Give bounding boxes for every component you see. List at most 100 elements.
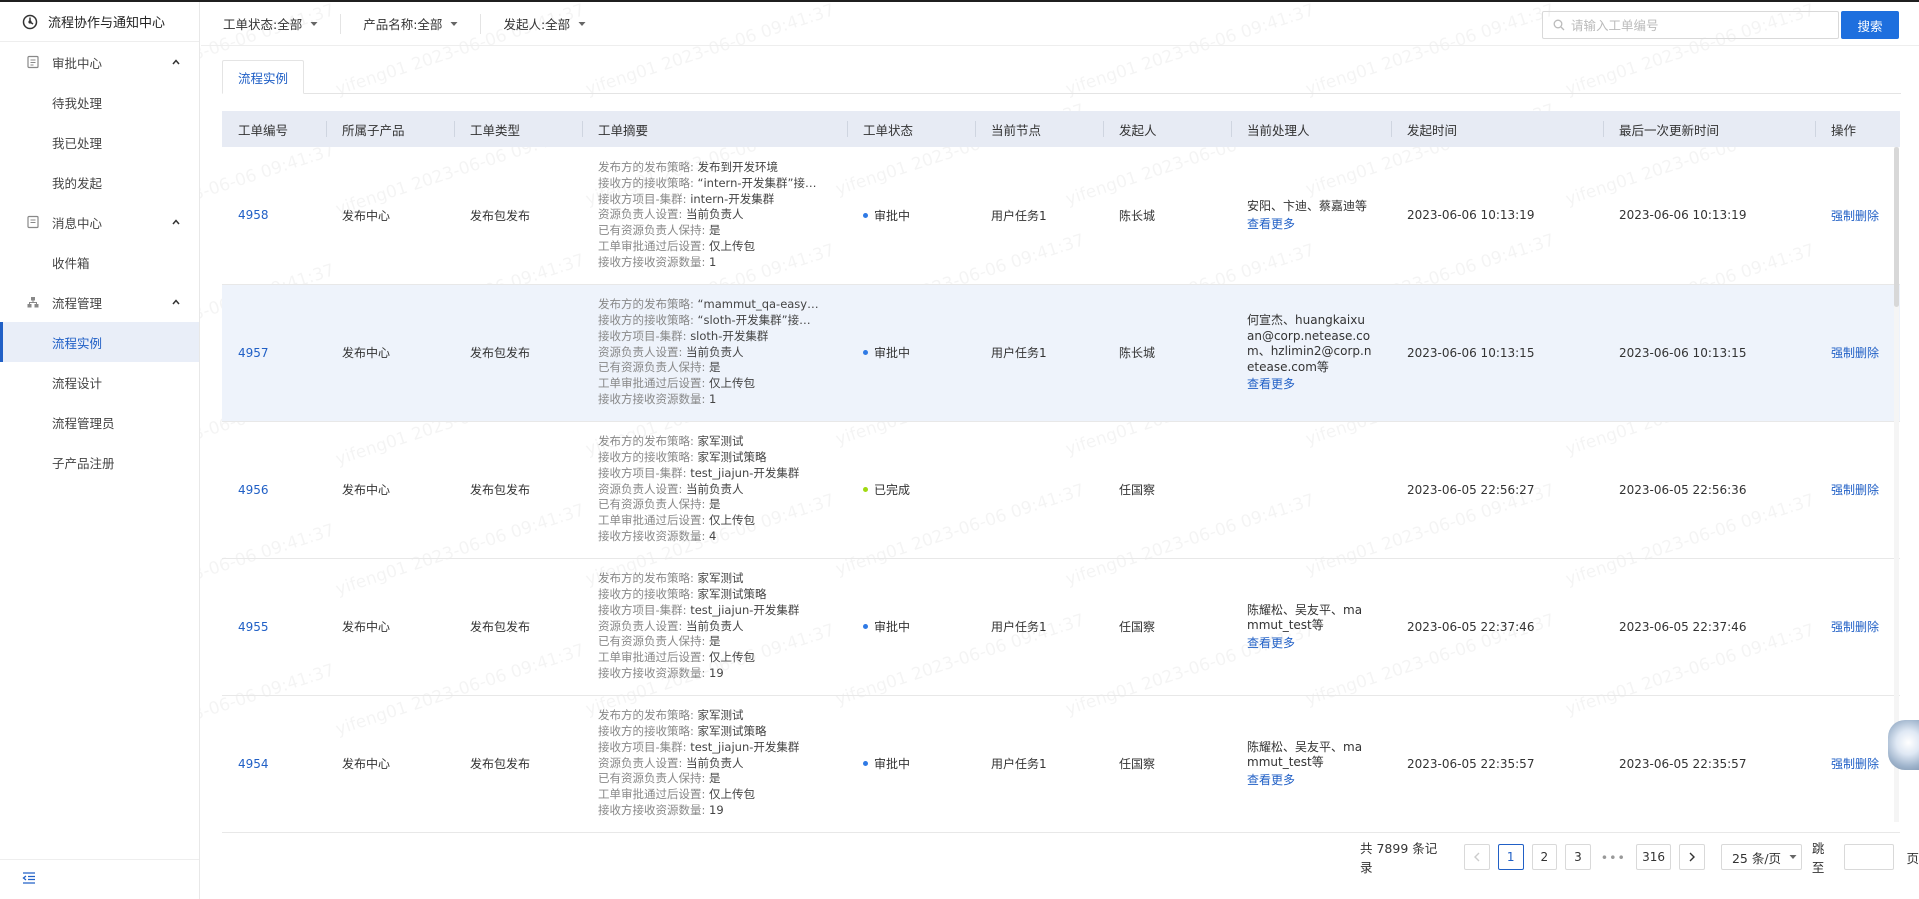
status-dot <box>863 624 868 629</box>
sidebar-item-pending[interactable]: 待我处理 <box>0 82 199 122</box>
summary-key: 发布方的发布策略: <box>598 297 694 312</box>
chevron-up-icon <box>171 297 181 307</box>
summary-line: 发布方的发布策略: 家军测试 <box>598 571 828 587</box>
created-time: 2023-06-05 22:35:57 <box>1407 756 1535 771</box>
scrollbar-thumb[interactable] <box>1894 147 1899 307</box>
nav-group-approval-header[interactable]: 审批中心 <box>0 42 199 82</box>
table-cell: 2023-06-05 22:35:57 <box>1603 695 1815 833</box>
prev-page-button[interactable] <box>1464 844 1490 870</box>
table-cell: 2023-06-06 10:13:15 <box>1391 284 1603 422</box>
initiator: 陈长城 <box>1119 208 1156 223</box>
sidebar-item-processed[interactable]: 我已处理 <box>0 122 199 162</box>
nav-group-message-header[interactable]: 消息中心 <box>0 202 199 242</box>
table-cell: 已完成 <box>847 421 975 559</box>
view-more-link[interactable]: 查看更多 <box>1247 634 1391 651</box>
page-ellipsis[interactable]: ••• <box>1601 850 1626 865</box>
table-cell: 陈耀松、吴友平、mammut_test等 查看更多 <box>1231 558 1391 696</box>
force-delete-link[interactable]: 强制删除 <box>1831 346 1879 360</box>
filter-product-dropdown[interactable]: 产品名称:全部 <box>340 13 480 34</box>
page-button-1[interactable]: 1 <box>1497 844 1524 870</box>
jump-page-input[interactable] <box>1844 844 1895 870</box>
table-cell: 2023-06-05 22:37:46 <box>1603 558 1815 696</box>
sidebar-footer <box>0 859 199 899</box>
column-header: 工单编号 <box>222 111 326 147</box>
summary-line: 接收方项目-集群: intern-开发集群 <box>598 192 828 208</box>
next-page-button[interactable] <box>1679 844 1705 870</box>
status-text: 审批中 <box>874 620 911 634</box>
status-text: 审批中 <box>874 208 911 223</box>
status-dot <box>863 761 868 766</box>
initiator: 陈长城 <box>1119 346 1156 360</box>
sidebar-item-process-instance[interactable]: 流程实例 <box>0 322 199 362</box>
tab-bar: 流程实例 <box>222 60 1901 94</box>
nav-group-process: 流程管理 流程实例 流程设计 流程管理员 子产品注册 <box>0 282 199 482</box>
force-delete-link[interactable]: 强制删除 <box>1831 620 1879 634</box>
ticket-id-link[interactable]: 4956 <box>238 483 269 497</box>
summary-value: 家军测试策略 <box>697 450 767 464</box>
summary-value: 是 <box>709 771 721 786</box>
page-button-2[interactable]: 2 <box>1531 844 1558 870</box>
summary-key: 资源负责人设置: <box>598 207 683 222</box>
summary-key: 接收方的接收策略: <box>598 175 694 190</box>
table-cell: 发布中心 <box>326 284 454 422</box>
page-suffix: 页 <box>1906 850 1919 866</box>
summary-value: 家军测试策略 <box>697 724 767 738</box>
summary-value: 是 <box>709 360 721 375</box>
view-more-link[interactable]: 查看更多 <box>1247 375 1391 392</box>
ticket-id-link[interactable]: 4955 <box>238 620 269 634</box>
summary-key: 工单审批通过后设置: <box>598 787 706 802</box>
caret-down-icon <box>578 21 586 27</box>
sidebar-item-process-admin[interactable]: 流程管理员 <box>0 402 199 442</box>
table-cell: 用户任务1 <box>975 558 1103 696</box>
table-cell: 陈长城 <box>1103 284 1231 422</box>
ticket-type: 发布包发布 <box>470 620 531 634</box>
summary-value: test_jiajun-开发集群 <box>690 739 800 754</box>
force-delete-link[interactable]: 强制删除 <box>1831 757 1879 771</box>
status-badge: 审批中 <box>863 207 910 224</box>
table-cell: 任国察 <box>1103 421 1231 559</box>
force-delete-link[interactable]: 强制删除 <box>1831 209 1879 223</box>
summary-key: 接收方接收资源数量: <box>598 528 706 543</box>
table-cell: 任国察 <box>1103 558 1231 696</box>
column-header: 所属子产品 <box>326 111 454 147</box>
table-cell: 2023-06-06 10:13:19 <box>1603 147 1815 285</box>
ticket-id-link[interactable]: 4957 <box>238 346 269 360</box>
summary-line: 资源负责人设置: 当前负责人 <box>598 345 828 361</box>
search-button[interactable]: 搜索 <box>1841 11 1899 39</box>
force-delete-link[interactable]: 强制删除 <box>1831 483 1879 497</box>
summary-key: 资源负责人设置: <box>598 755 683 770</box>
summary-line: 接收方的接收策略: “sloth-开发集群”接… <box>598 313 828 329</box>
sidebar-item-process-design[interactable]: 流程设计 <box>0 362 199 402</box>
summary-value: test_jiajun-开发集群 <box>690 465 800 480</box>
sidebar-item-initiated[interactable]: 我的发起 <box>0 162 199 202</box>
summary-key: 接收方的接收策略: <box>598 313 694 327</box>
search-input[interactable] <box>1571 17 1838 33</box>
ticket-id-link[interactable]: 4954 <box>238 757 269 771</box>
sidebar-item-subproduct-register[interactable]: 子产品注册 <box>0 442 199 482</box>
tab-process-instance[interactable]: 流程实例 <box>222 60 305 94</box>
summary-line: 发布方的发布策略: 发布到开发环境 <box>598 160 828 176</box>
collapse-sidebar-icon[interactable] <box>22 872 36 887</box>
summary-value: 19 <box>709 665 724 680</box>
column-header: 工单类型 <box>454 111 582 147</box>
product-name: 发布中心 <box>342 346 391 360</box>
assistant-robot-icon[interactable] <box>1888 720 1919 770</box>
summary-key: 接收方项目-集群: <box>598 739 687 754</box>
filter-initiator-dropdown[interactable]: 发起人:全部 <box>480 13 608 34</box>
nav-group-process-header[interactable]: 流程管理 <box>0 282 199 322</box>
view-more-link[interactable]: 查看更多 <box>1247 771 1391 788</box>
summary-key: 工单审批通过后设置: <box>598 513 706 528</box>
summary-value: 1 <box>709 254 717 269</box>
filter-status-dropdown[interactable]: 工单状态:全部 <box>201 14 340 34</box>
chevron-up-icon <box>171 57 181 67</box>
summary-value: 19 <box>709 802 724 817</box>
page-button-last[interactable]: 316 <box>1635 844 1672 870</box>
page-button-3[interactable]: 3 <box>1565 844 1591 870</box>
ticket-id-link[interactable]: 4958 <box>238 208 269 222</box>
table-cell: 发布中心 <box>326 147 454 285</box>
page-size-select[interactable]: 25 条/页 <box>1720 844 1802 870</box>
view-more-link[interactable]: 查看更多 <box>1247 215 1391 232</box>
summary-key: 接收方接收资源数量: <box>598 254 706 269</box>
sidebar-item-inbox[interactable]: 收件箱 <box>0 242 199 282</box>
summary-value: “mammut_qa-easy… <box>697 297 819 312</box>
